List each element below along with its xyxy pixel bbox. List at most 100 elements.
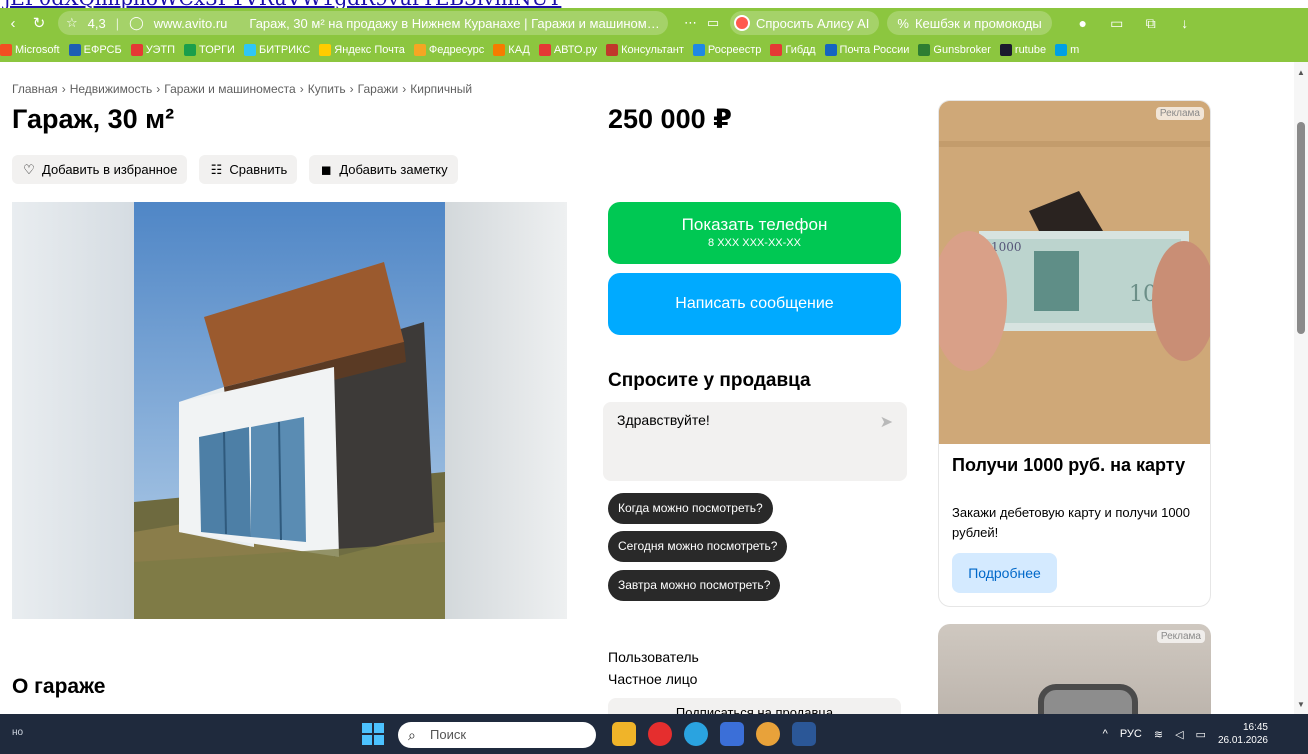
breadcrumb-separator: › <box>402 82 407 96</box>
heart-icon: ♡ <box>23 161 35 177</box>
subscribe-button[interactable]: Подписаться на продавца <box>608 698 901 714</box>
volume-icon[interactable]: ◁ <box>1175 728 1183 741</box>
yandex-browser-icon[interactable] <box>648 722 672 746</box>
bookmark-label: УЭТП <box>145 44 175 56</box>
scroll-down-icon[interactable]: ▼ <box>1297 700 1305 709</box>
battery-icon[interactable]: ▭ <box>1196 728 1206 741</box>
url-strip-text: jEF0dXQlmpnoWCx3F1VRuVW1gdR9vurYEB3ivniN… <box>4 0 561 8</box>
file-explorer-icon[interactable] <box>612 722 636 746</box>
about-section-title: О гараже <box>12 675 106 698</box>
bookmark-item[interactable]: ЕФРСБ <box>68 44 122 56</box>
windows-start-icon[interactable] <box>362 723 384 745</box>
profile-icon[interactable]: ● <box>1066 15 1100 31</box>
bookmark-favicon-icon <box>243 44 256 56</box>
search-icon: ⌕ <box>408 727 416 743</box>
bookmark-item[interactable]: Microsoft <box>0 44 60 56</box>
bookmark-label: Почта России <box>839 44 910 56</box>
breadcrumb: Главная › Недвижимость › Гаражи и машиномест… <box>12 82 472 96</box>
breadcrumb-link[interactable]: Купить <box>308 82 346 96</box>
clock[interactable]: 16:45 26.01.2026 <box>1218 721 1268 747</box>
listing-price: 250 000 ₽ <box>608 104 732 134</box>
address-bar[interactable]: ☆ 4,3 | ◯ www.avito.ru Гараж, 30 м² на п… <box>58 11 668 35</box>
breadcrumb-link[interactable]: Гаражи <box>358 82 399 96</box>
back-icon[interactable]: ‹ <box>0 15 26 32</box>
breadcrumb-separator: › <box>156 82 161 96</box>
breadcrumb-link[interactable]: Главная <box>12 82 58 96</box>
extensions-icon[interactable]: ⧉ <box>1134 15 1168 32</box>
write-message-button[interactable]: Написать сообщение <box>608 273 901 335</box>
garage-photo[interactable] <box>134 202 445 619</box>
cashback-button[interactable]: % Кешбэк и промокоды <box>887 11 1052 35</box>
photo-gallery[interactable] <box>12 202 567 619</box>
listing-actions: ♡ Добавить в избранное ☷ Сравнить ◼ Доба… <box>12 155 458 184</box>
ask-seller-input[interactable]: Здравствуйте! ➤ <box>603 402 907 481</box>
compare-button[interactable]: ☷ Сравнить <box>199 155 298 184</box>
quick-question-chip[interactable]: Когда можно посмотреть? <box>608 493 773 524</box>
word-icon[interactable] <box>792 722 816 746</box>
more-icon[interactable]: ⋯ <box>684 15 702 31</box>
bookmark-item[interactable]: БИТРИКС <box>243 44 310 56</box>
seller-type: Частное лицо <box>608 671 698 687</box>
seller-name[interactable]: Пользователь <box>608 646 699 668</box>
page-title: Гараж, 30 м² <box>12 104 175 134</box>
percent-icon: % <box>897 15 909 31</box>
bookmark-item[interactable]: Почта России <box>824 44 910 56</box>
bookmark-item[interactable]: rutube <box>999 44 1046 56</box>
bookmark-label: Федресурс <box>428 44 485 56</box>
page-scrollbar[interactable]: ▲ ▼ <box>1294 62 1308 714</box>
wifi-icon[interactable]: ≋ <box>1154 728 1163 741</box>
tray-chevron-icon[interactable]: ^ <box>1103 728 1108 740</box>
bookmark-item[interactable]: КАД <box>493 44 530 56</box>
system-tray: ^ РУС ≋ ◁ ▭ 16:45 26.01.2026 <box>1103 714 1268 754</box>
bookmark-favicon-icon <box>1055 44 1068 56</box>
reload-icon[interactable]: ↻ <box>26 14 52 32</box>
bookmark-label: Гибдд <box>785 44 816 56</box>
scrollbar-thumb[interactable] <box>1297 122 1305 334</box>
app-icon[interactable] <box>720 722 744 746</box>
bookmark-item[interactable]: Федресурс <box>413 44 485 56</box>
quick-question-chip[interactable]: Сегодня можно посмотреть? <box>608 531 788 562</box>
bookmark-item[interactable]: Консультант <box>606 44 684 56</box>
star-icon: ☆ <box>66 15 78 30</box>
alice-button[interactable]: Спросить Алису AI <box>730 11 880 35</box>
breadcrumb-link[interactable]: Гаражи и машиноместа <box>164 82 295 96</box>
language-indicator[interactable]: РУС <box>1120 728 1142 740</box>
bookmark-label: Росреестр <box>707 44 762 56</box>
ad-label[interactable]: Реклама <box>1156 630 1205 643</box>
telegram-icon[interactable] <box>684 722 708 746</box>
breadcrumb-link[interactable]: Кирпичный <box>410 82 472 96</box>
bookmark-label: ЕФРСБ <box>83 44 122 56</box>
taskbar-search[interactable]: ⌕ Поиск <box>398 722 596 748</box>
quick-question-chip[interactable]: Завтра можно посмотреть? <box>608 570 781 601</box>
compare-label: Сравнить <box>229 162 288 177</box>
browser-icon[interactable] <box>756 722 780 746</box>
bookmark-item[interactable]: Яндекс Почта <box>319 44 405 56</box>
favorite-button[interactable]: ♡ Добавить в избранное <box>12 155 188 184</box>
note-button[interactable]: ◼ Добавить заметку <box>309 155 458 184</box>
site-rating: 4,3 <box>87 15 106 31</box>
bookmark-item[interactable]: Росреестр <box>692 44 762 56</box>
windows-taskbar: но ⌕ Поиск ^ РУС ≋ ◁ ▭ 16:45 26.01.2026 <box>0 714 1308 754</box>
ad-card[interactable]: 1000 1000 Реклама Получи 1000 руб. на ка… <box>938 100 1211 607</box>
breadcrumb-link[interactable]: Недвижимость <box>70 82 153 96</box>
ad-label[interactable]: Реклама <box>1155 107 1204 120</box>
bookmark-item[interactable]: m <box>1055 44 1079 56</box>
bookmark-item[interactable]: Гибдд <box>770 44 816 56</box>
ad-details-button[interactable]: Подробнее <box>952 553 1057 593</box>
bookmark-item[interactable]: АВТО.ру <box>538 44 597 56</box>
send-icon[interactable]: ➤ <box>880 412 893 432</box>
battery-icon[interactable]: ▭ <box>1100 15 1134 32</box>
bookmark-item[interactable]: ТОРГИ <box>183 44 235 56</box>
download-icon[interactable]: ↓ <box>1168 15 1202 31</box>
bookmark-favicon-icon <box>824 44 837 56</box>
show-phone-button[interactable]: Показать телефон 8 XXX XXX-XX-XX <box>608 202 901 264</box>
bookmark-icon[interactable]: ▭ <box>702 15 724 31</box>
ad-card-second[interactable]: Реклама <box>938 624 1211 714</box>
bookmark-item[interactable]: Gunsbroker <box>918 44 991 56</box>
note-icon: ◼ <box>320 161 332 177</box>
browser-toolbar: ‹ ↻ ☆ 4,3 | ◯ www.avito.ru Гараж, 30 м² … <box>0 8 1308 38</box>
scroll-up-icon[interactable]: ▲ <box>1297 68 1305 77</box>
bookmark-item[interactable]: УЭТП <box>130 44 175 56</box>
bookmark-favicon-icon <box>319 44 332 56</box>
gallery-blur-right <box>445 202 567 619</box>
